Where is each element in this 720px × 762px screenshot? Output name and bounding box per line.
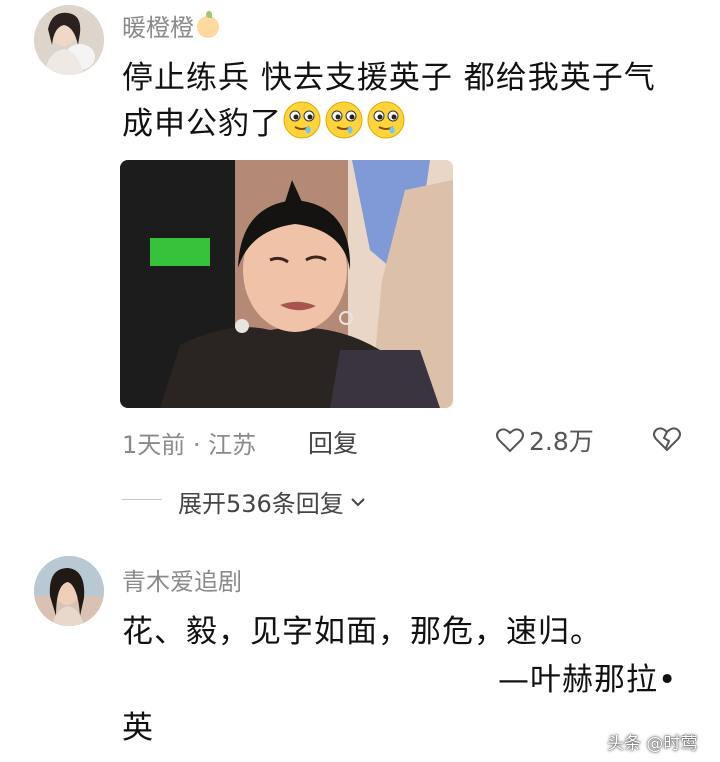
comment-line: 成申公豹了: [122, 100, 702, 146]
comment-line: 花、毅，见字如面，那危，速归。: [122, 614, 602, 650]
like-count: 2.8万: [529, 427, 594, 456]
orange-icon: [197, 11, 219, 38]
comment-line: 停止练兵 快去支援英子 都给我英子气: [122, 60, 656, 96]
comment-text: 停止练兵 快去支援英子 都给我英子气 成申公豹了: [122, 56, 702, 146]
expand-replies-button[interactable]: 展开536条回复: [178, 484, 368, 519]
username[interactable]: 青木爱追剧: [122, 562, 242, 597]
chevron-down-icon: [348, 492, 368, 512]
reply-button[interactable]: 回复: [308, 424, 358, 460]
expand-replies-label: 展开536条回复: [178, 490, 344, 518]
avatar[interactable]: [34, 556, 104, 626]
comment-line-text: 成申公豹了: [122, 106, 282, 142]
heart-icon: [495, 425, 525, 455]
username-text: 暖橙橙: [122, 14, 194, 42]
watermark: 头条 @时莺: [607, 734, 698, 754]
time-location: 1天前 · 江苏: [122, 431, 257, 459]
username[interactable]: 暖橙橙: [122, 8, 219, 43]
comment-line: —叶赫那拉•: [498, 662, 678, 698]
drooling-face-icon: [282, 100, 322, 140]
comment-image[interactable]: [120, 160, 453, 408]
dislike-button[interactable]: [652, 424, 682, 454]
like-button[interactable]: 2.8万: [495, 422, 594, 458]
replies-divider: [122, 499, 162, 500]
comment-line: 英: [122, 710, 154, 746]
drooling-face-icon: [324, 100, 364, 140]
drooling-face-icon: [366, 100, 406, 140]
broken-heart-icon: [653, 427, 681, 452]
comment-text: 花、毅，见字如面，那危，速归。: [122, 610, 682, 654]
avatar[interactable]: [34, 5, 104, 75]
